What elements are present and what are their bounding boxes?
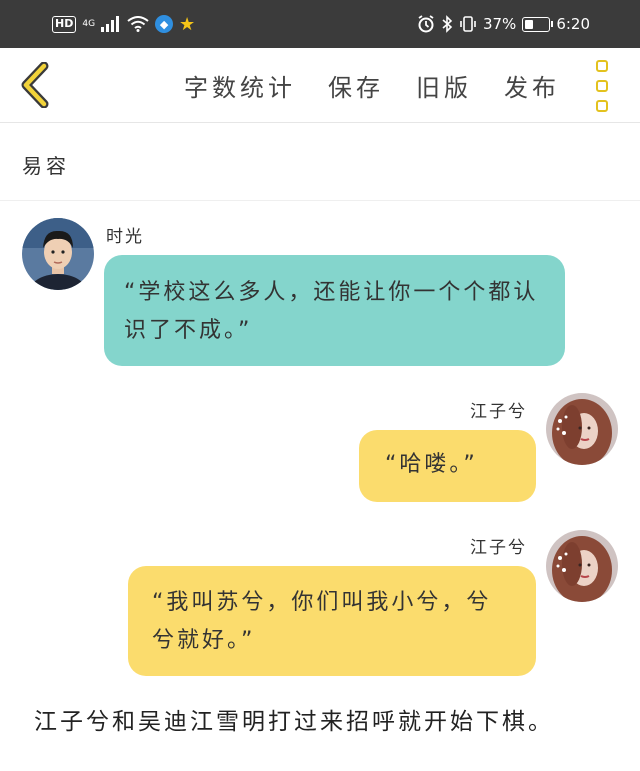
save-button[interactable]: 保存 [328, 68, 384, 103]
vibrate-icon [460, 16, 476, 32]
speaker-name: 时光 [106, 227, 144, 247]
status-left: HD 4G ◆ ★ [52, 12, 195, 36]
divider [0, 200, 640, 201]
back-button[interactable] [18, 61, 52, 109]
signal-icon [101, 16, 120, 32]
publish-button[interactable]: 发布 [504, 68, 560, 103]
avatar-shiguang[interactable] [22, 218, 94, 290]
toolbar-actions: 字数统计 保存 旧版 发布 [184, 68, 560, 103]
chat-bubble[interactable]: “学校这么多人，还能让你一个个都认识了不成。” [104, 255, 565, 366]
speaker-name: 江子兮 [470, 402, 527, 422]
network-type: 4G [82, 18, 96, 29]
more-vertical-icon[interactable] [596, 60, 614, 112]
message-text: “哈喽。” [385, 452, 478, 477]
star-notification-icon: ★ [179, 13, 196, 35]
editor-toolbar: 字数统计 保存 旧版 发布 [0, 48, 640, 123]
speaker-name: 江子兮 [470, 538, 527, 558]
word-count-button[interactable]: 字数统计 [184, 68, 296, 103]
chapter-title[interactable]: 易容 [22, 150, 70, 179]
chevron-left-icon [21, 61, 49, 109]
clock: 6:20 [556, 15, 590, 33]
app-notification-icon: ◆ [155, 15, 174, 33]
alarm-icon [418, 15, 434, 33]
avatar-jiangzixi[interactable] [546, 393, 618, 465]
avatar-jiangzixi[interactable] [546, 530, 618, 602]
status-bar: HD 4G ◆ ★ 37% 6:20 [0, 0, 640, 48]
message-text: “我叫苏兮，你们叫我小兮，兮兮就好。” [152, 590, 492, 653]
narration-text[interactable]: 江子兮和吴迪江雪明打过来招呼就开始下棋。 [34, 702, 554, 736]
hd-badge: HD [52, 15, 77, 33]
message-text: “学校这么多人，还能让你一个个都认识了不成。” [124, 280, 539, 343]
battery-icon [522, 16, 554, 32]
chat-bubble[interactable]: “哈喽。” [359, 430, 536, 502]
battery-percent: 37% [482, 15, 517, 33]
chat-bubble[interactable]: “我叫苏兮，你们叫我小兮，兮兮就好。” [128, 566, 536, 676]
bluetooth-icon [442, 15, 453, 33]
old-version-button[interactable]: 旧版 [416, 68, 472, 103]
status-right: 37% 6:20 [417, 12, 590, 36]
wifi-icon [127, 16, 149, 32]
